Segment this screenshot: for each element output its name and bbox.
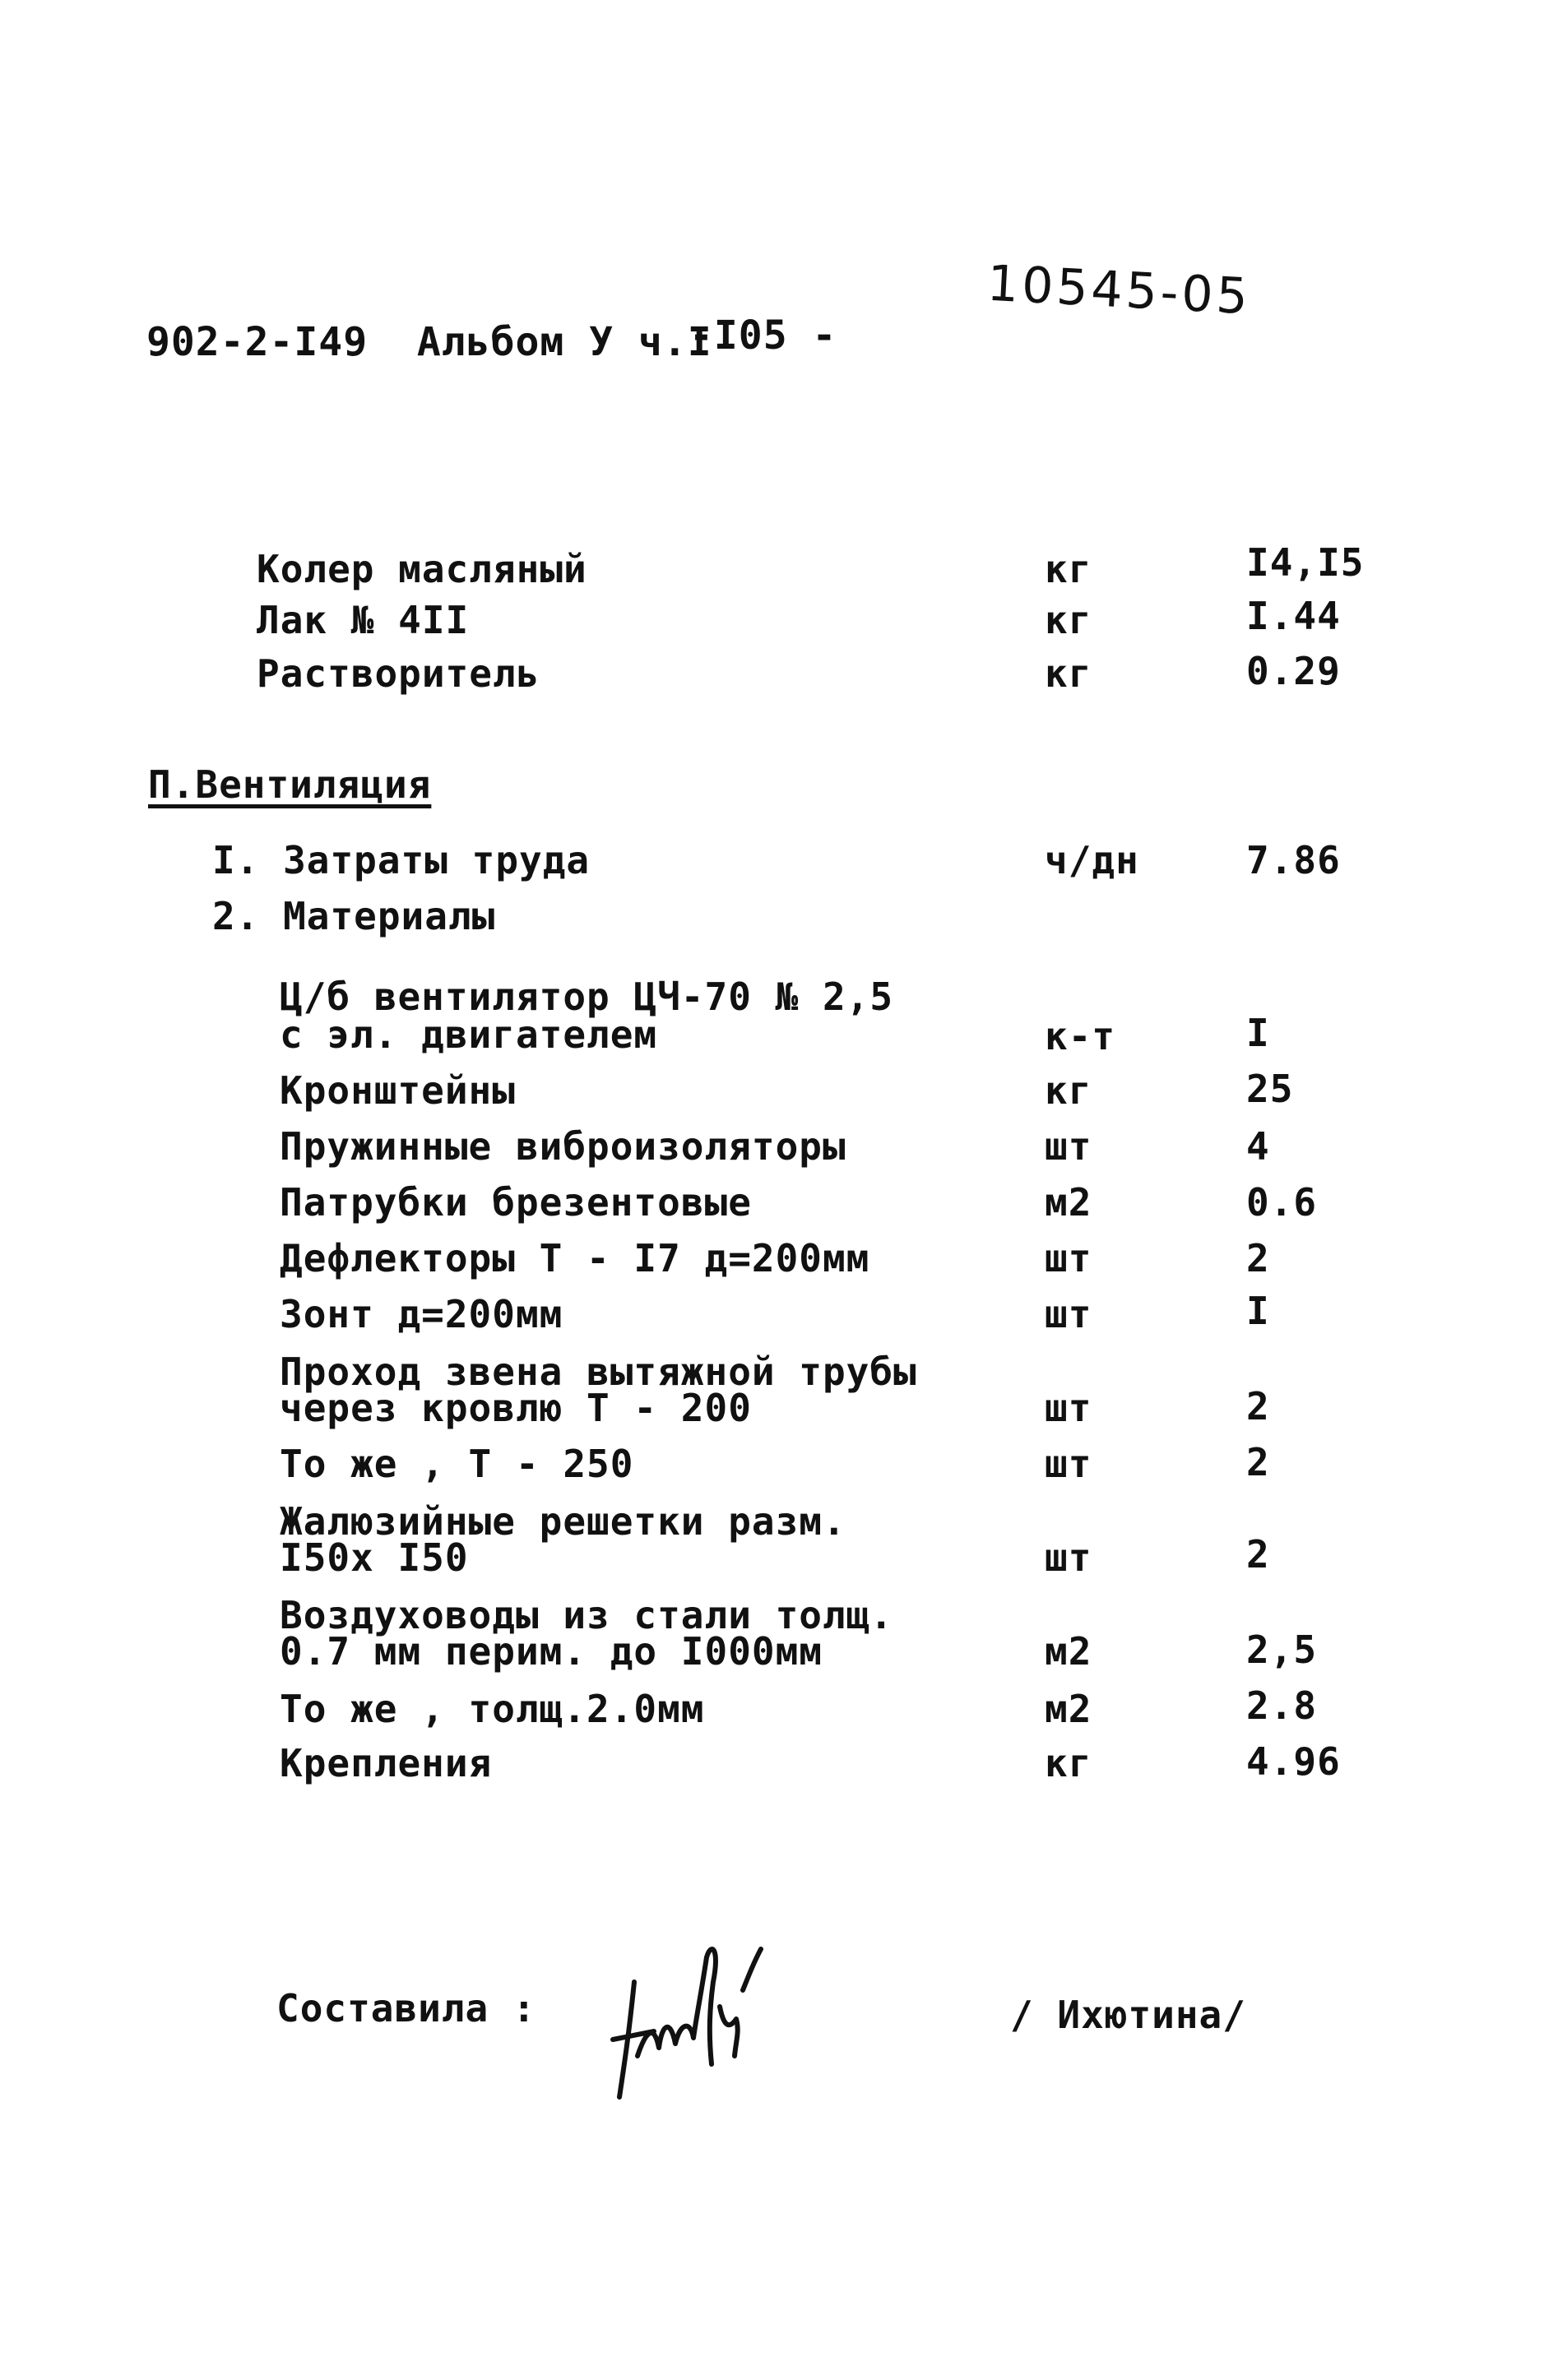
item-unit: кг xyxy=(1045,1741,1092,1785)
item-unit: м2 xyxy=(1045,1629,1092,1674)
item-unit: к-т xyxy=(1045,1014,1116,1058)
item-name: Крепления xyxy=(280,1741,493,1785)
document-code: 902-2-I49 Альбом У ч.I xyxy=(146,319,712,365)
item-name: Дефлекторы Т - I7 д=200мм xyxy=(280,1236,870,1280)
item-qty: 0.29 xyxy=(1246,649,1341,693)
item-name-cont: I50х I50 xyxy=(280,1535,469,1580)
item-name-cont: с эл. двигателем xyxy=(280,1012,658,1057)
item-name: Кронштейны xyxy=(280,1068,516,1113)
signature xyxy=(610,1947,763,2100)
item-unit: кг xyxy=(1045,547,1092,591)
labor-unit: ч/дн xyxy=(1045,838,1139,882)
item-unit: шт xyxy=(1045,1292,1092,1336)
section-title: П.Вентиляция xyxy=(148,762,432,807)
item-name: То же , толщ.2.0мм xyxy=(280,1687,705,1731)
item-name: Зонт д=200мм xyxy=(280,1292,563,1336)
item-qty: 4 xyxy=(1246,1124,1270,1169)
labor-qty: 7.86 xyxy=(1246,838,1341,882)
materials-label: 2. Материалы xyxy=(212,894,496,938)
item-qty: 2 xyxy=(1246,1236,1270,1280)
item-qty: 2 xyxy=(1246,1384,1270,1428)
item-name: То же , Т - 250 xyxy=(280,1442,634,1486)
item-unit: кг xyxy=(1045,1068,1092,1113)
item-name: Патрубки брезентовые xyxy=(280,1180,752,1225)
item-qty: I4,I5 xyxy=(1246,540,1365,585)
page-number: -I05 - xyxy=(689,313,837,359)
handwritten-archive-number: 10545-05 xyxy=(985,254,1253,326)
item-unit: шт xyxy=(1045,1386,1092,1430)
item-unit: кг xyxy=(1045,598,1092,642)
item-name-cont: через кровлю Т - 200 xyxy=(280,1386,752,1430)
item-name: Лак № 4II xyxy=(257,598,470,642)
item-unit: м2 xyxy=(1045,1180,1092,1225)
item-qty: I.44 xyxy=(1246,594,1341,638)
item-qty: 25 xyxy=(1246,1067,1294,1111)
item-unit: м2 xyxy=(1045,1687,1092,1731)
item-qty: 0.6 xyxy=(1246,1180,1318,1225)
compiler-name: / Ихютина/ xyxy=(1010,1993,1246,2037)
item-name: Пружинные виброизоляторы xyxy=(280,1124,846,1169)
item-name: Растворитель xyxy=(257,651,540,696)
item-qty: 2 xyxy=(1246,1532,1270,1577)
item-name: Колер масляный xyxy=(257,547,587,591)
item-qty: 2,5 xyxy=(1246,1628,1318,1672)
item-unit: шт xyxy=(1045,1535,1092,1580)
item-qty: I xyxy=(1246,1289,1270,1333)
item-unit: шт xyxy=(1045,1442,1092,1486)
item-name-cont: 0.7 мм перим. до I000мм xyxy=(280,1629,823,1674)
item-name: Ц/б вентилятор ЦЧ-70 № 2,5 xyxy=(280,975,894,1019)
item-qty: 4.96 xyxy=(1246,1739,1341,1784)
item-unit: шт xyxy=(1045,1236,1092,1280)
item-unit: кг xyxy=(1045,651,1092,696)
item-qty: 2 xyxy=(1246,1440,1270,1484)
item-qty: I xyxy=(1246,1011,1270,1055)
item-qty: 2.8 xyxy=(1246,1683,1318,1728)
compiled-by-label: Составила : xyxy=(276,1986,536,2030)
item-unit: шт xyxy=(1045,1124,1092,1169)
labor-label: I. Затраты труда xyxy=(212,838,591,882)
